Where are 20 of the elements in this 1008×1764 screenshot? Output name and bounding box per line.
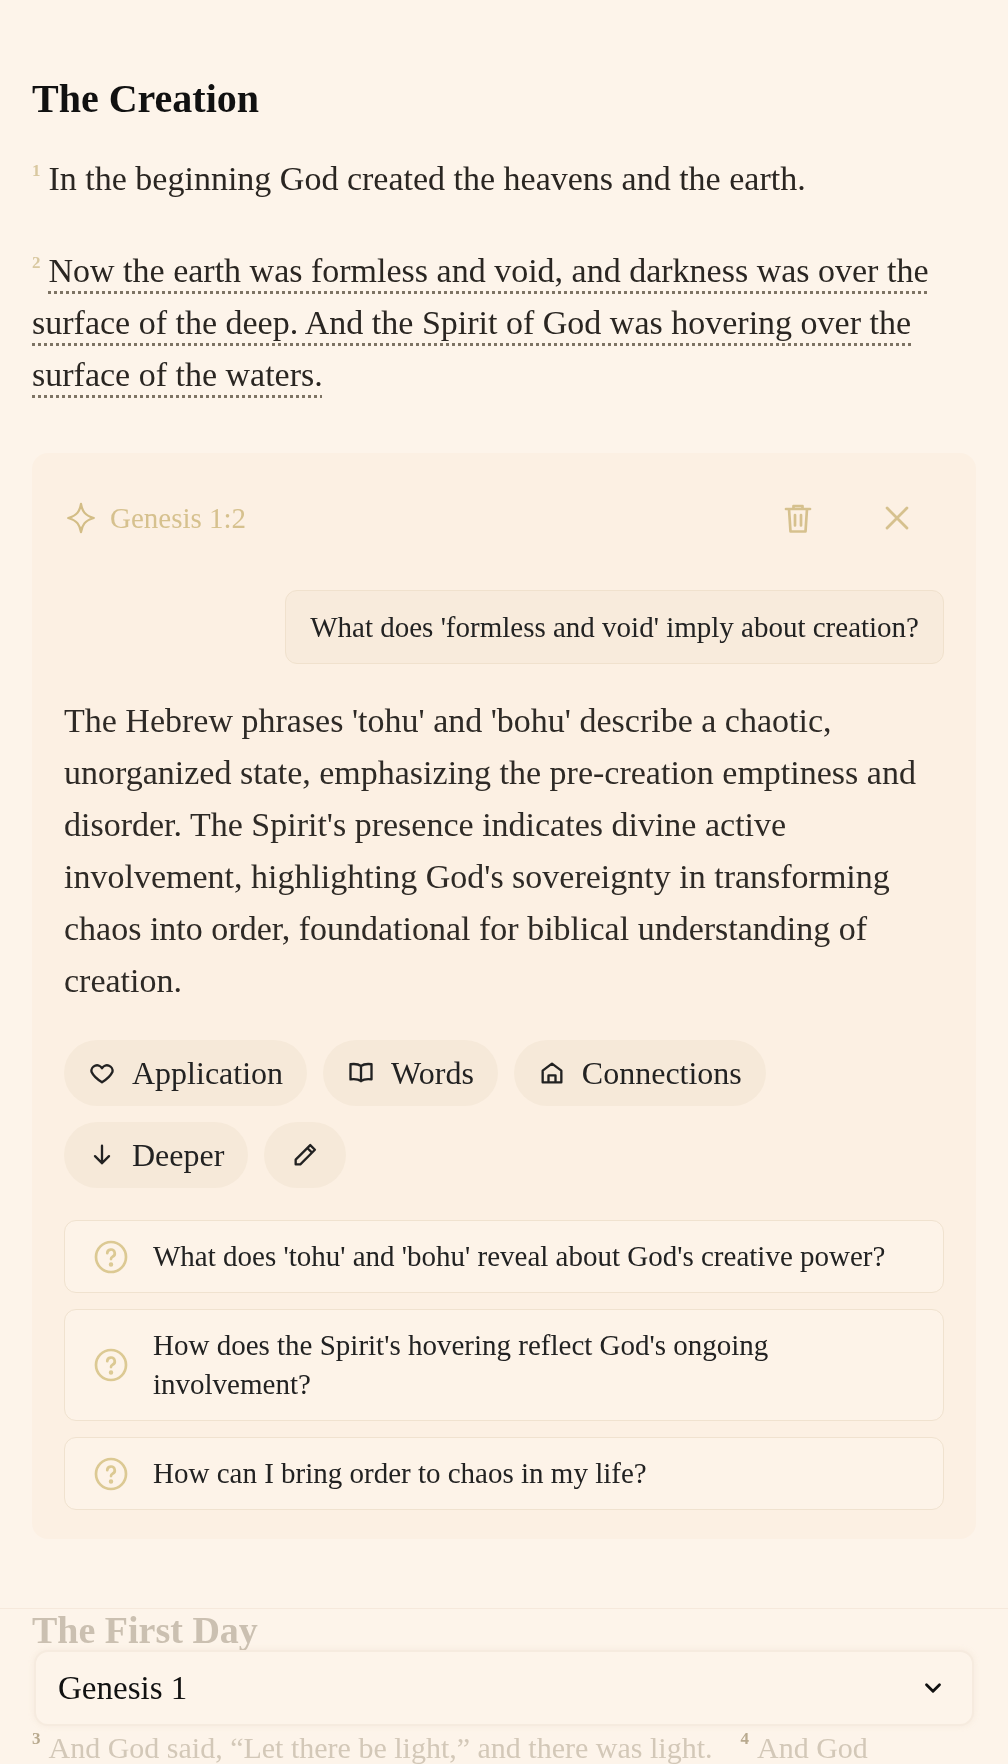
answer-text: The Hebrew phrases 'tohu' and 'bohu' describe a chaotic, unorganized state, emphasizing the pre-creation emptiness and disorder. The Spirit's presence indicates divine active involvement, highlighting God's sovereignty in transforming chaos into order, foundational for biblical understanding of creation. [64, 701, 917, 1001]
chapter-dropdown[interactable]: Genesis 1 [34, 1650, 974, 1726]
section-heading: The Creation [32, 77, 261, 121]
suggested-question[interactable]: How can I bring order to chaos in my life? [64, 1437, 944, 1510]
verse-text[interactable]: $^{2}$ Now the earth was formless and void, and darkness was over the surface of the deep. And the Spirit of God was hovering over the surface of the waters. [32, 237, 976, 401]
action-chip[interactable]: Words [323, 1040, 498, 1106]
suggested-question[interactable]: What does 'tohu' and 'bohu' reveal about God's creative power? [64, 1220, 944, 1293]
action-chip[interactable]: Deeper [64, 1122, 249, 1188]
question-icon [93, 1455, 129, 1492]
question-icon [93, 1238, 129, 1275]
suggested-question[interactable]: How does the Spirit's hovering reflect God's ongoing involvement? [64, 1309, 944, 1421]
verse-number: 3 [32, 1729, 41, 1748]
user-question: What does 'formless and void' imply about creation? [285, 590, 944, 664]
verse-reference: Genesis 1:2 [110, 501, 247, 535]
sparkle-icon [64, 501, 98, 535]
action-chip[interactable]: Application [64, 1040, 308, 1106]
verse-text[interactable]: $^{1}$ In the beginning God created the heavens and the earth. [32, 145, 976, 205]
question-icon [93, 1347, 129, 1383]
action-chip[interactable]: Connections [513, 1040, 766, 1106]
verse-number: 4 [740, 1729, 749, 1748]
